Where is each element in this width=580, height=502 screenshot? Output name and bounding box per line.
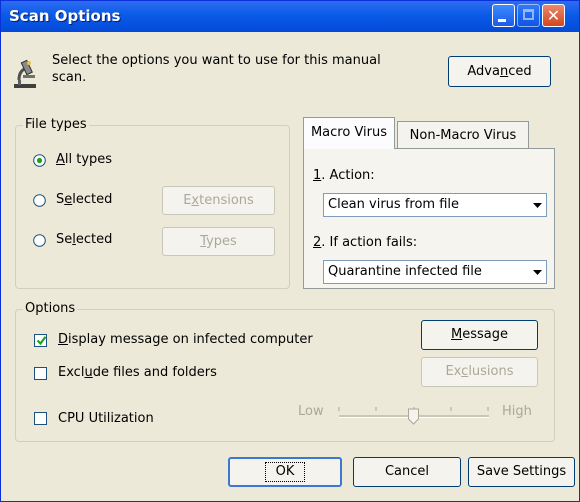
action-label: 1. Action: [313,168,375,183]
exclude-files-checkbox[interactable] [34,367,47,380]
advanced-label-a: Adva [467,64,500,79]
radio-selected-types[interactable] [33,234,46,247]
scan-options-window: Scan Options ✕ Select the options you wa… [0,0,580,502]
title-bar[interactable]: Scan Options ✕ [1,1,579,32]
microscope-icon [14,59,36,88]
file-types-label: File types [23,117,89,132]
action-select-value: Clean virus from file [328,197,460,212]
ok-button-label: OK [264,462,306,482]
maximize-button[interactable] [517,4,540,27]
radio-all-types-label: All types [56,152,113,167]
action-select[interactable]: Clean virus from file [323,193,547,217]
display-message-checkbox[interactable] [34,334,47,347]
slider-low-label: Low [298,404,324,419]
slider-thumb [408,408,419,425]
minimize-button[interactable] [492,4,515,27]
extensions-button[interactable]: Extensions [162,186,275,215]
types-button[interactable]: Types [162,227,275,256]
radio-all-types[interactable] [33,154,46,167]
if-action-fails-label: 2. If action fails: [313,235,418,250]
minimize-icon [498,19,506,22]
checkmark-icon [35,332,48,351]
close-icon: ✕ [546,6,561,25]
cpu-utilization-label: CPU Utilization [58,411,154,426]
options-group-label: Options [23,301,78,316]
ok-button[interactable]: OK [228,457,342,487]
if-action-fails-select-value: Quarantine infected file [328,264,482,279]
radio-selected-types-label: Selected [56,232,113,247]
tab-macro-virus[interactable]: Macro Virus [303,117,395,149]
cancel-button[interactable]: Cancel [353,457,461,487]
exclude-files-label: Exclude files and folders [58,365,217,380]
chevron-down-icon[interactable] [528,262,545,282]
cpu-utilization-slider[interactable] [335,401,495,427]
message-button[interactable]: Message [421,320,538,350]
radio-selected-extensions[interactable] [33,194,46,207]
header-description-line2: scan. [52,70,87,85]
save-settings-button[interactable]: Save Settings [468,457,575,487]
slider-high-label: High [502,404,532,419]
header-description: Select the options you want to use for t… [52,53,381,68]
advanced-label-c: ced [508,64,532,79]
tab-non-macro-virus[interactable]: Non-Macro Virus [397,121,529,148]
if-action-fails-select[interactable]: Quarantine infected file [323,260,547,284]
advanced-label-b: n [499,64,509,79]
close-button[interactable]: ✕ [542,4,565,27]
chevron-down-icon[interactable] [528,195,545,215]
advanced-button[interactable]: Advanced [448,56,551,87]
window-title: Scan Options [9,7,121,25]
maximize-icon [523,9,534,20]
display-message-label: Display message on infected computer [58,332,313,347]
exclusions-button[interactable]: Exclusions [421,357,538,387]
cpu-utilization-checkbox[interactable] [34,412,47,425]
radio-selected-extensions-label: Selected [56,192,113,207]
